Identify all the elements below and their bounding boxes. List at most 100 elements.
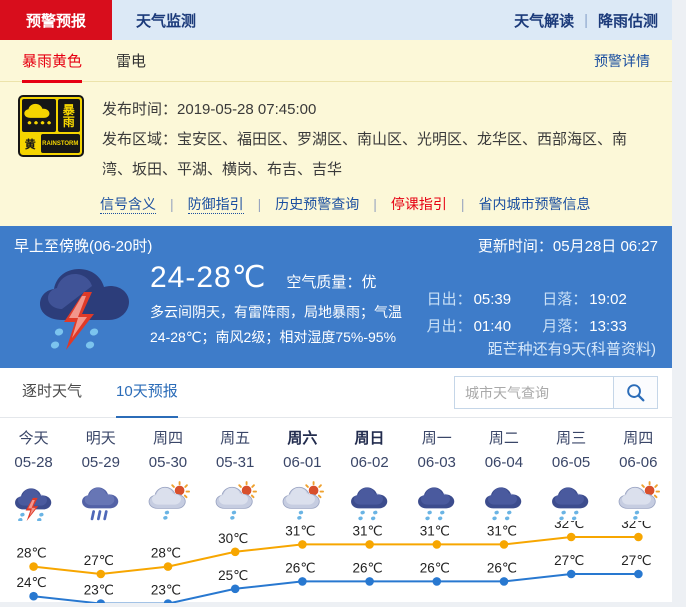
air-quality-value: 优 xyxy=(361,274,376,291)
forecast-date-label: 06-04 xyxy=(470,451,537,475)
temperature-line: 24-28℃ 空气质量：优 xyxy=(150,260,413,295)
rainstorm-yellow-warning-icon: 暴雨 黄 RAINSTORM xyxy=(18,95,84,157)
forecast-period: 早上至傍晚(06-20时) xyxy=(14,235,152,256)
low-temp-point xyxy=(500,577,509,586)
tab-lightning[interactable]: 雷电 xyxy=(116,50,146,83)
low-temp-label: 26℃ xyxy=(285,560,315,575)
forecast-day-label: 周六 xyxy=(269,418,336,451)
tab-ten-day-forecast[interactable]: 10天预报 xyxy=(116,368,178,418)
badge-bottom-row: 黄 RAINSTORM xyxy=(22,134,80,153)
high-temp-point xyxy=(29,562,38,571)
forecast-day-label: 周四 xyxy=(134,418,201,451)
low-temp-point xyxy=(567,570,576,579)
high-temp-label: 28℃ xyxy=(17,546,47,561)
forecast-date-label: 05-28 xyxy=(0,451,67,475)
city-search xyxy=(454,376,658,409)
tab-hourly-weather[interactable]: 逐时天气 xyxy=(22,368,82,418)
forecast-date-label: 05-30 xyxy=(134,451,201,475)
warning-link[interactable]: 停课指引 xyxy=(391,196,447,212)
high-temp-label: 30℃ xyxy=(218,531,248,546)
sun-shower-icon xyxy=(134,475,201,521)
update-time-label: 更新时间： xyxy=(478,238,553,255)
publish-area-label: 发布区域： xyxy=(102,131,177,148)
tab-weather-monitor[interactable]: 天气监测 xyxy=(112,0,220,40)
sun-moon-grid: 日出：05:39日落：19:02月出：01:40月落：13:33 xyxy=(427,288,658,336)
high-temp-label: 32℃ xyxy=(554,521,584,531)
high-temp-point xyxy=(567,533,576,542)
low-temp-label: 26℃ xyxy=(353,560,383,575)
high-temp-label: 32℃ xyxy=(621,521,651,531)
current-header-row: 早上至傍晚(06-20时) 更新时间：05月28日 06:27 xyxy=(14,235,658,256)
low-temp-point xyxy=(97,599,106,603)
warning-text: 发布时间：2019-05-28 07:45:00 发布区域：宝安区、福田区、罗湖… xyxy=(102,95,654,185)
top-nav: 预警预报 天气监测 天气解读 | 降雨估测 xyxy=(0,0,672,40)
high-temp-label: 28℃ xyxy=(151,546,181,561)
warning-link[interactable]: 省内城市预警信息 xyxy=(479,196,591,212)
low-temp-point xyxy=(164,599,173,603)
search-button[interactable] xyxy=(613,377,657,408)
low-temp-label: 23℃ xyxy=(151,583,181,598)
tab-rainstorm-yellow[interactable]: 暴雨黄色 xyxy=(22,50,82,83)
warning-link[interactable]: 信号含义 xyxy=(100,196,156,214)
city-search-input[interactable] xyxy=(455,377,613,408)
link-rainfall-estimate[interactable]: 降雨估测 xyxy=(598,10,658,31)
badge-level: 黄 xyxy=(22,134,39,153)
badge-cloud-icon xyxy=(22,99,56,132)
forecast-day-label: 周五 xyxy=(202,418,269,451)
tab-warning-forecast[interactable]: 预警预报 xyxy=(0,0,112,40)
rain-icon xyxy=(470,475,537,521)
weather-page: 预警预报 天气监测 天气解读 | 降雨估测 暴雨黄色 雷电 预警详情 xyxy=(0,0,672,602)
forecast-tabs: 逐时天气 10天预报 xyxy=(0,368,672,418)
low-temp-label: 24℃ xyxy=(17,575,47,590)
low-temp-point xyxy=(298,577,307,586)
low-temp-point xyxy=(231,585,240,594)
low-temp-point xyxy=(433,577,442,586)
forecast-day-label: 周三 xyxy=(538,418,605,451)
warning-detail-link[interactable]: 预警详情 xyxy=(594,51,650,81)
badge-chars: 暴雨 xyxy=(58,99,80,132)
link-separator: | xyxy=(584,12,588,29)
low-temp-point xyxy=(634,570,643,579)
warning-link[interactable]: 历史预警查询 xyxy=(275,196,359,212)
warning-links: 信号含义|防御指引|历史预警查询|停课指引|省内城市预警信息 xyxy=(0,185,672,214)
low-temp-point xyxy=(365,577,374,586)
air-quality-label: 空气质量： xyxy=(286,274,361,291)
sun-moon-label: 日出： xyxy=(427,291,472,308)
high-temp-label: 31℃ xyxy=(487,523,517,538)
forecast-date-label: 06-06 xyxy=(605,451,672,475)
forecast-date-label: 05-31 xyxy=(202,451,269,475)
rain-icon xyxy=(538,475,605,521)
forecast-date-label: 06-03 xyxy=(403,451,470,475)
sun-shower-icon xyxy=(269,475,336,521)
solar-term-note[interactable]: 距芒种还有9天(科普资料) xyxy=(488,338,656,359)
high-temp-point xyxy=(97,570,106,579)
sun-moon-label: 月落： xyxy=(542,318,587,335)
thunderstorm-icon xyxy=(0,475,67,521)
link-weather-interpretation[interactable]: 天气解读 xyxy=(514,10,574,31)
forecast-day-label: 周四 xyxy=(605,418,672,451)
high-temp-point xyxy=(500,540,509,549)
link-separator: | xyxy=(373,196,377,212)
sun-moon-value: 05:39 xyxy=(474,291,512,308)
high-temp-point xyxy=(231,548,240,557)
sun-moon-label: 日落： xyxy=(542,291,587,308)
temperature-chart: 28℃27℃28℃30℃31℃31℃31℃31℃32℃32℃24℃23℃23℃2… xyxy=(0,521,672,607)
publish-time-label: 发布时间： xyxy=(102,101,177,118)
link-separator: | xyxy=(170,196,174,212)
high-temp-point xyxy=(433,540,442,549)
rain-icon xyxy=(336,475,403,521)
low-temp-label: 26℃ xyxy=(420,560,450,575)
forecast-day-label: 今天 xyxy=(0,418,67,451)
sun-moon-item: 日出：05:39 xyxy=(427,288,543,309)
forecast-day-label: 周一 xyxy=(403,418,470,451)
forecast-day-label: 周二 xyxy=(470,418,537,451)
thunderstorm-icon xyxy=(32,262,136,354)
forecast-day-label: 周日 xyxy=(336,418,403,451)
warning-body: 暴雨 黄 RAINSTORM 发布时间：2019-05-28 07:45:00 … xyxy=(0,82,672,185)
update-time-value: 05月28日 06:27 xyxy=(553,238,658,255)
badge-english: RAINSTORM xyxy=(41,134,80,153)
sun-moon-item: 日落：19:02 xyxy=(542,288,658,309)
current-weather-panel: 早上至傍晚(06-20时) 更新时间：05月28日 06:27 24-28℃ xyxy=(0,226,672,368)
high-temp-point xyxy=(365,540,374,549)
warning-link[interactable]: 防御指引 xyxy=(188,196,244,214)
